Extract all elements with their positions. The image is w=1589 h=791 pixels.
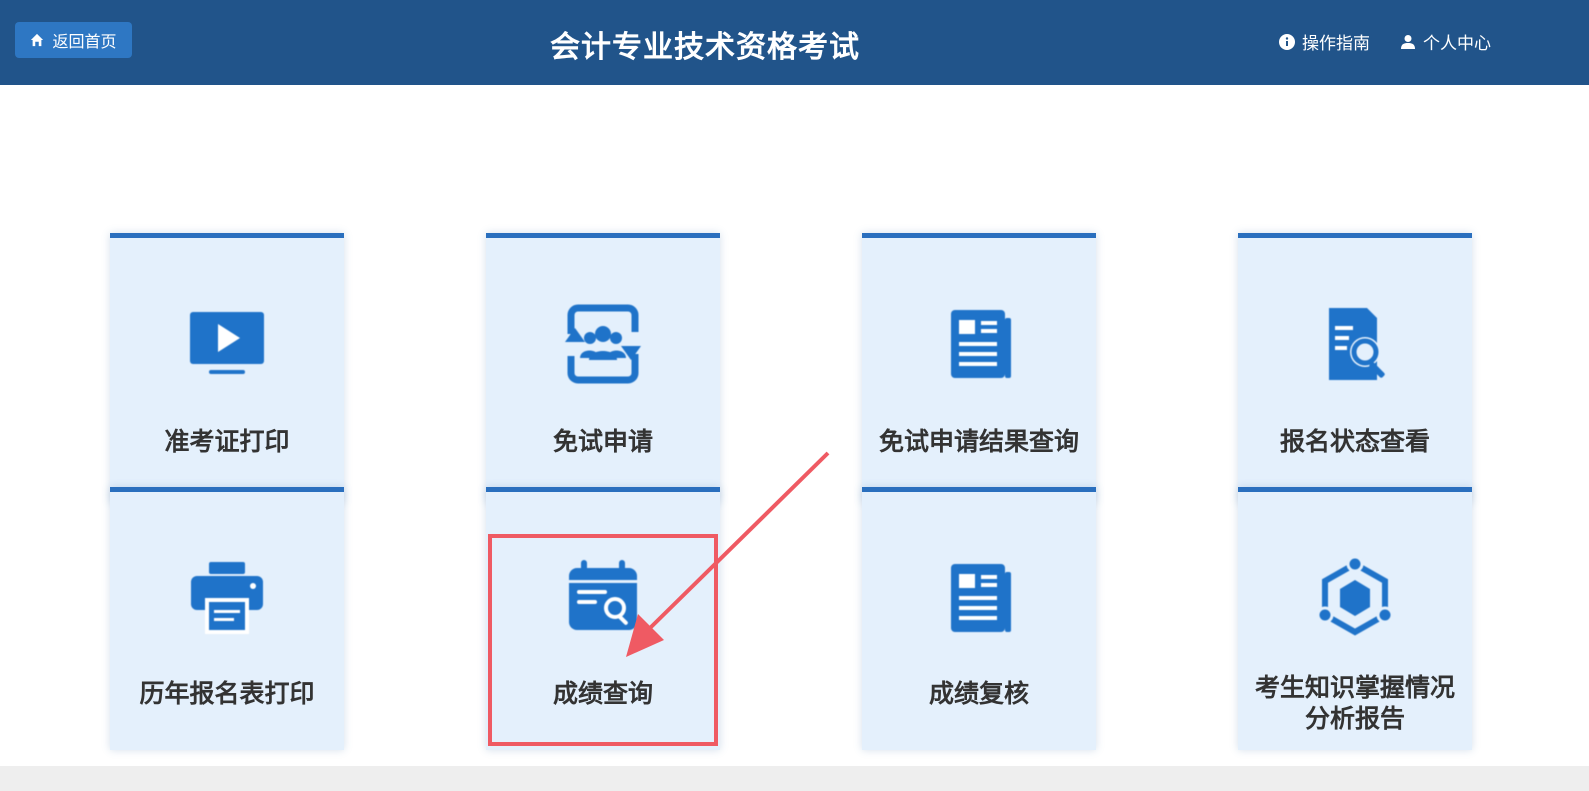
card-label: 成绩查询: [552, 679, 653, 708]
page-title: 会计专业技术资格考试: [550, 30, 860, 65]
card-registration-status[interactable]: 报名状态查看: [1238, 233, 1472, 503]
card-score-query[interactable]: 成绩查询: [486, 487, 720, 750]
card-label: 准考证打印: [164, 427, 290, 456]
card-label: 成绩复核: [928, 679, 1029, 708]
info-icon: [1279, 33, 1295, 50]
card-knowledge-analysis-report[interactable]: 考生知识掌握情况分析报告: [1238, 487, 1472, 750]
operation-guide-label: 操作指南: [1302, 34, 1370, 54]
newspaper-icon: [951, 310, 1011, 378]
card-label: 免试申请: [552, 427, 653, 456]
document-search-icon: [1329, 308, 1385, 380]
operation-guide-link[interactable]: 操作指南: [1279, 29, 1370, 54]
personal-center-link[interactable]: 个人中心: [1400, 29, 1491, 54]
card-label: 报名状态查看: [1279, 427, 1430, 456]
printer-icon: [191, 562, 263, 634]
card-exemption-application[interactable]: 免试申请: [486, 233, 720, 503]
bottom-strip: [0, 766, 1589, 791]
newspaper-icon: [951, 564, 1011, 632]
user-group-exchange-icon: [563, 304, 643, 384]
top-navigation-bar: 返回首页 会计专业技术资格考试 操作指南 个人中心: [0, 0, 1589, 85]
calendar-search-icon: [569, 560, 637, 630]
card-historical-registration-print[interactable]: 历年报名表打印: [110, 487, 344, 750]
card-exemption-result-query[interactable]: 免试申请结果查询: [862, 233, 1096, 503]
card-label: 历年报名表打印: [139, 679, 315, 708]
card-score-review[interactable]: 成绩复核: [862, 487, 1096, 750]
hexagon-network-icon: [1316, 558, 1394, 636]
user-icon: [1401, 34, 1415, 49]
card-label: 免试申请结果查询: [878, 427, 1079, 456]
monitor-play-icon: [190, 312, 264, 374]
card-label: 考生知识掌握情况分析报告: [1254, 673, 1455, 733]
personal-center-label: 个人中心: [1423, 34, 1491, 54]
card-admission-ticket-print[interactable]: 准考证打印: [110, 233, 344, 503]
